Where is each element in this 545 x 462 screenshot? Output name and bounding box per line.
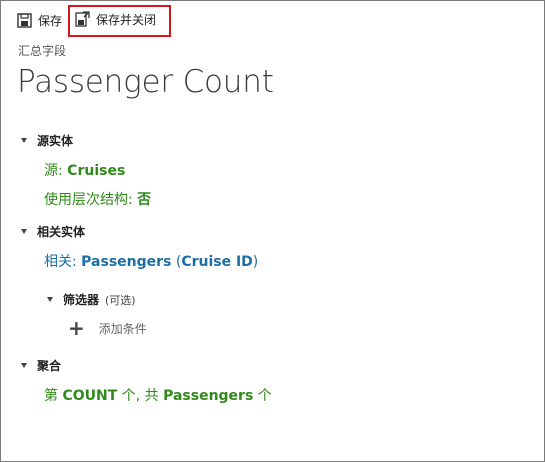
source-label: 源:	[44, 163, 63, 179]
source-row: 源: Cruises	[44, 160, 125, 180]
add-condition-label: 添加条件	[98, 321, 147, 336]
aggregate-section-toggle[interactable]: 聚合	[21, 357, 61, 374]
rollup-field-editor: 保存 保存并关闭 汇总字段 Passenger Count 源实体 源: Cru…	[0, 0, 545, 462]
related-entity-header: 相关实体	[37, 225, 86, 239]
related-entity-section-toggle[interactable]: 相关实体	[21, 223, 85, 240]
aggregate-header: 聚合	[37, 359, 62, 373]
collapse-triangle-icon	[21, 363, 27, 368]
collapse-triangle-icon	[21, 229, 27, 234]
filter-section-toggle[interactable]: 筛选器 (可选)	[47, 291, 136, 308]
source-entity-header: 源实体	[37, 134, 74, 148]
highlight-rectangle	[68, 5, 171, 37]
aggregate-prefix: 第	[44, 388, 58, 404]
hierarchy-value[interactable]: 否	[137, 192, 151, 208]
aggregate-entity[interactable]: Passengers	[163, 388, 253, 404]
source-value[interactable]: Cruises	[67, 163, 125, 179]
close-paren: )	[252, 254, 259, 270]
filter-label: 筛选器	[63, 293, 100, 307]
form-caption: 汇总字段	[18, 44, 67, 58]
aggregate-function[interactable]: COUNT	[62, 388, 117, 404]
save-label: 保存	[38, 14, 63, 28]
save-icon	[17, 13, 32, 28]
source-entity-section-toggle[interactable]: 源实体	[21, 132, 73, 149]
plus-icon: +	[68, 316, 85, 340]
aggregate-middle: 个, 共	[121, 388, 159, 404]
aggregate-row: 第 COUNT 个, 共 Passengers 个	[44, 385, 272, 405]
related-field-value: Cruise ID	[181, 254, 253, 270]
filter-optional-label: (可选)	[105, 293, 136, 307]
hierarchy-row: 使用层次结构: 否	[44, 189, 151, 209]
page-title: Passenger Count	[17, 64, 274, 100]
hierarchy-label: 使用层次结构:	[44, 192, 133, 208]
related-label: 相关:	[44, 254, 77, 270]
collapse-triangle-icon	[47, 297, 53, 302]
related-row[interactable]: 相关: Passengers (Cruise ID)	[44, 251, 258, 271]
add-condition-button[interactable]: + 添加条件	[68, 316, 147, 340]
collapse-triangle-icon	[21, 138, 27, 143]
related-entity-value: Passengers	[81, 254, 172, 270]
save-button[interactable]: 保存	[17, 12, 62, 29]
aggregate-suffix: 个	[257, 388, 272, 404]
